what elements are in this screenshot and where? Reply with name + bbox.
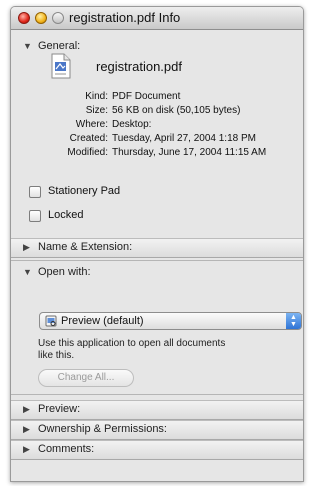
size-label: Size:: [85, 105, 108, 116]
modified-label: Modified:: [67, 147, 108, 158]
disclosure-triangle-down-icon[interactable]: ▼: [23, 41, 32, 51]
kind-value: PDF Document: [112, 91, 181, 102]
locked-checkbox[interactable]: [29, 210, 41, 222]
where-label: Where:: [75, 119, 108, 130]
disclosure-triangle-right-icon[interactable]: ▶: [23, 424, 30, 435]
minimize-button-icon[interactable]: [35, 12, 47, 24]
disclosure-triangle-right-icon[interactable]: ▶: [23, 242, 30, 253]
section-open-with-title: Open with:: [38, 266, 91, 278]
stationery-pad-checkbox[interactable]: [29, 186, 41, 198]
title-bar[interactable]: registration.pdf Info: [11, 7, 303, 30]
section-general-title: General:: [38, 40, 81, 52]
section-divider: [11, 260, 303, 261]
kind-label: Kind:: [85, 91, 108, 102]
disclosure-triangle-right-icon[interactable]: ▶: [23, 404, 30, 415]
application-popup-value: Preview (default): [61, 315, 144, 327]
zoom-button-icon[interactable]: [52, 12, 64, 24]
section-ownership-header[interactable]: ▶ Ownership & Permissions:: [11, 420, 303, 440]
section-preview-title: Preview:: [38, 403, 81, 415]
section-comments-header[interactable]: ▶ Comments:: [11, 440, 303, 460]
popup-arrows-icon: ▲ ▼: [286, 313, 301, 329]
where-value: Desktop:: [112, 119, 152, 130]
locked-label: Locked: [48, 209, 84, 221]
modified-value: Thursday, June 17, 2004 11:15 AM: [112, 147, 267, 158]
close-button-icon[interactable]: [18, 12, 30, 24]
change-all-button[interactable]: Change All...: [38, 369, 134, 387]
stationery-pad-label: Stationery Pad: [48, 185, 121, 197]
open-with-description: Use this application to open all documen…: [38, 338, 226, 361]
window-title: registration.pdf Info: [69, 10, 181, 25]
section-divider: [11, 394, 303, 395]
section-name-extension-title: Name & Extension:: [38, 241, 133, 253]
application-popup[interactable]: Preview (default) ▲ ▼: [39, 312, 302, 330]
preview-app-icon: [45, 315, 57, 327]
disclosure-triangle-down-icon[interactable]: ▼: [23, 267, 32, 277]
pdf-file-icon: [51, 53, 71, 79]
section-preview-header[interactable]: ▶ Preview:: [11, 400, 303, 420]
section-open-with-header[interactable]: ▼ Open with:: [11, 264, 303, 282]
section-comments-title: Comments:: [38, 443, 95, 455]
info-window: registration.pdf Info ▼ General: registr…: [10, 6, 304, 482]
size-value: 56 KB on disk (50,105 bytes): [112, 105, 241, 116]
section-ownership-title: Ownership & Permissions:: [38, 423, 167, 435]
created-value: Tuesday, April 27, 2004 1:18 PM: [112, 133, 256, 144]
section-name-extension-header[interactable]: ▶ Name & Extension:: [11, 238, 303, 258]
file-name: registration.pdf: [96, 59, 182, 74]
disclosure-triangle-right-icon[interactable]: ▶: [23, 444, 30, 455]
created-label: Created:: [69, 133, 108, 144]
